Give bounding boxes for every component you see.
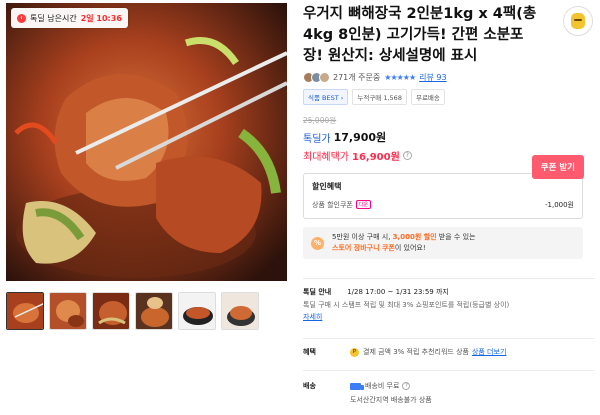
cart-coupon-promo[interactable]: % 5만원 이상 구매 시, 3,000원 할인 받을 수 있는 스토어 장바구… (303, 227, 583, 259)
percent-icon: % (311, 236, 324, 250)
main-product-image[interactable]: 톡딜 남은시간 2일 10:36 (6, 3, 287, 281)
gallery: 톡딜 남은시간 2일 10:36 (6, 3, 287, 330)
divider (303, 278, 595, 279)
chip-free-shipping: 무료배송 (410, 89, 445, 105)
coupon-button[interactable]: 쿠폰 받기 (531, 155, 584, 179)
promo-line2-highlight: 스토어 장바구니 쿠폰 (332, 244, 395, 252)
benefit-row: 혜택 P 결제 금액 3% 적립 추천리워드 상품 상품 더보기 (303, 347, 595, 357)
promo-line2-post: 이 있어요! (394, 244, 426, 252)
promo-line1-post: 받을 수 있는 (436, 233, 476, 241)
help-icon[interactable]: ? (402, 151, 412, 160)
deal-info-key: 톡딜 안내 (303, 288, 332, 296)
promo-text: 5만원 이상 구매 시, 3,000원 할인 받을 수 있는 스토어 장바구니 … (332, 232, 475, 254)
product-info: 우거지 뼈해장국 2인분1kg x 4팩(총 4kg 8인분) 고기가득! 간편… (303, 4, 595, 259)
buyer-avatars (303, 72, 330, 83)
truck-icon (350, 382, 364, 390)
discount-amount: -1,000원 (544, 201, 574, 209)
deal-timer-badge: 톡딜 남은시간 2일 10:36 (11, 8, 128, 28)
rating-row: 271개 주문중 ★★★★★ 리뷰 93 (303, 72, 595, 83)
discount-line: 상품 할인쿠폰 다운 -1,000원 (312, 200, 574, 210)
talkdeal-label: 톡딜가 (303, 133, 331, 145)
discount-line-label: 상품 할인쿠폰 (312, 201, 353, 209)
thumbnail[interactable] (92, 292, 130, 330)
discount-box: 할인혜택 상품 할인쿠폰 다운 -1,000원 (303, 173, 583, 219)
talkdeal-price: 17,900원 (333, 131, 387, 144)
order-count: 271개 주문중 (333, 73, 381, 82)
chip-best[interactable]: 식품 BEST › (303, 89, 349, 105)
coupon-download-tag[interactable]: 다운 (355, 200, 372, 209)
discount-heading: 할인혜택 (312, 182, 342, 191)
review-link[interactable]: 리뷰 93 (419, 72, 446, 83)
thumbnail[interactable] (135, 292, 173, 330)
deal-timer-time: 2일 10:36 (80, 13, 122, 23)
shipping-key: 배송 (303, 382, 316, 390)
help-icon[interactable]: ? (402, 382, 411, 390)
deal-info: 톡딜 안내 1/28 17:00 ~ 1/31 23:59 까지 톡딜 구매 시… (303, 287, 595, 322)
thumbnail[interactable] (178, 292, 216, 330)
benefit-text: 결제 금액 3% 적립 추천리워드 상품 (363, 348, 469, 356)
talkdeal-price-row: 톡딜가 17,900원 (303, 129, 595, 145)
badge-chips: 식품 BEST › 누적구매 1,568 무료배송 (303, 89, 595, 105)
stew-illustration (6, 3, 287, 281)
thumbnail[interactable] (49, 292, 87, 330)
deal-timer-label: 톡딜 남은시간 (30, 13, 77, 23)
divider (303, 338, 595, 339)
thumbnail[interactable] (221, 292, 259, 330)
coin-icon: P (350, 347, 359, 357)
deal-info-period: 1/28 17:00 ~ 1/31 23:59 까지 (347, 288, 449, 296)
deal-info-more-link[interactable]: 자세히 (303, 312, 322, 322)
benefit-more-link[interactable]: 상품 더보기 (472, 347, 506, 357)
mascot-icon[interactable] (563, 6, 593, 36)
shipping-restriction: 도서산간지역 배송불가 상품 (350, 396, 432, 404)
clock-icon (17, 13, 26, 23)
shipping-fee: 배송비 무료 (365, 382, 400, 390)
benefit-key: 혜택 (303, 348, 316, 356)
chip-cumulative: 누적구매 1,568 (352, 89, 407, 105)
shipping-row: 배송 배송비 무료 ? 도서산간지역 배송불가 상품 (303, 381, 595, 405)
original-price: 25,000원 (303, 116, 337, 125)
divider (303, 370, 595, 371)
thumbnail[interactable] (6, 292, 44, 330)
promo-line1-highlight: 3,000원 할인 (392, 233, 437, 241)
max-benefit-label: 최대혜택가 (303, 152, 349, 163)
max-benefit-price: 16,900원 (352, 152, 400, 163)
rating-stars: ★★★★★ (384, 73, 416, 82)
product-title: 우거지 뼈해장국 2인분1kg x 4팩(총 4kg 8인분) 고기가득! 간편… (303, 6, 537, 64)
thumbnail-strip (6, 292, 287, 330)
deal-info-desc: 톡딜 구매 시 스탬프 적립 및 최대 3% 쇼핑포인트를 적립(등급별 상이) (303, 301, 510, 309)
promo-line1-pre: 5만원 이상 구매 시, (332, 233, 393, 241)
